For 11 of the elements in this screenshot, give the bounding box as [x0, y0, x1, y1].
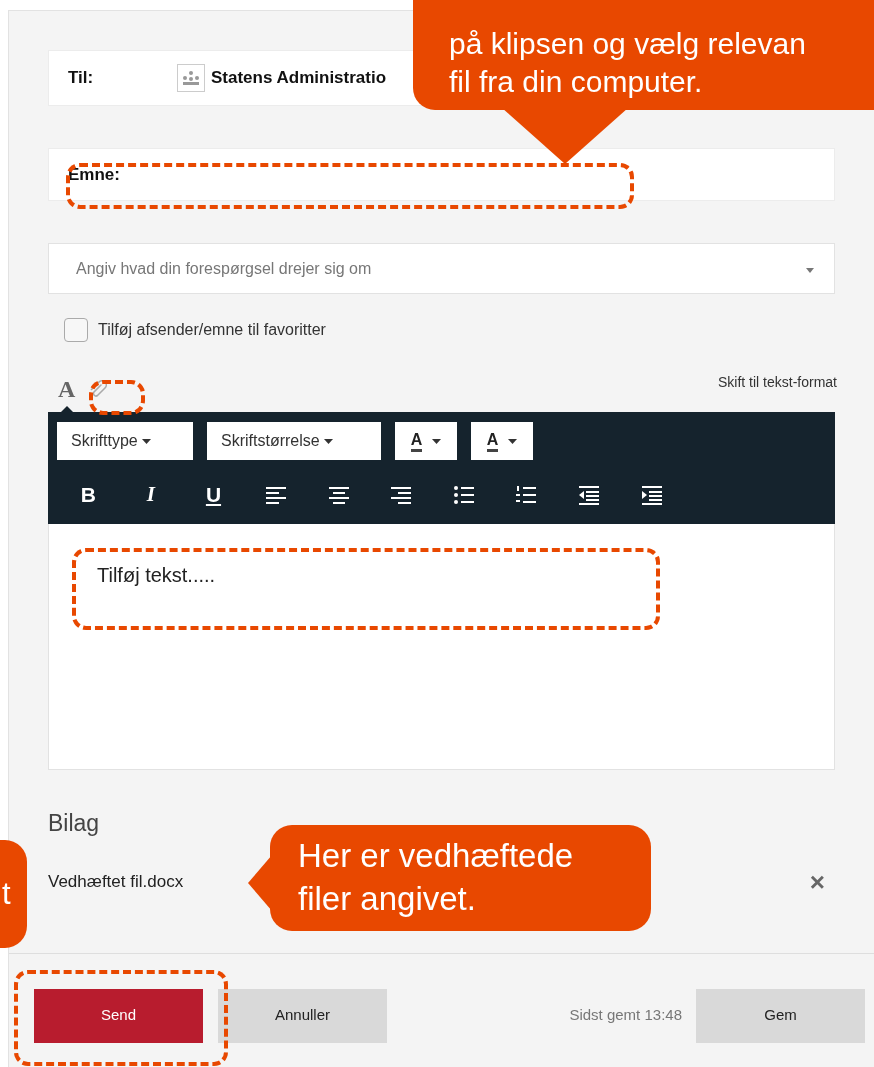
callout-text: t: [2, 874, 12, 913]
editor-text: Tilføj tekst.....: [97, 564, 216, 586]
section-heading: Bilag: [48, 809, 100, 838]
callout-text: Her er vedhæftede filer angivet.: [298, 836, 575, 919]
attachment-name: Vedhæftet fil.docx: [48, 870, 184, 893]
field-label: Til:: [68, 67, 95, 90]
saved-status: Sidst gemt 13:48: [569, 1005, 682, 1026]
dropdown-placeholder: Angiv hvad din forespørgsel drejer sig om: [76, 258, 372, 279]
checkbox-label: Tilføj afsender/emne til favoritter: [98, 320, 326, 340]
recipient-name: Statens Administratio: [211, 67, 387, 90]
callout-text: på klipsen og vælg relevan fil fra din computer.: [449, 26, 807, 100]
